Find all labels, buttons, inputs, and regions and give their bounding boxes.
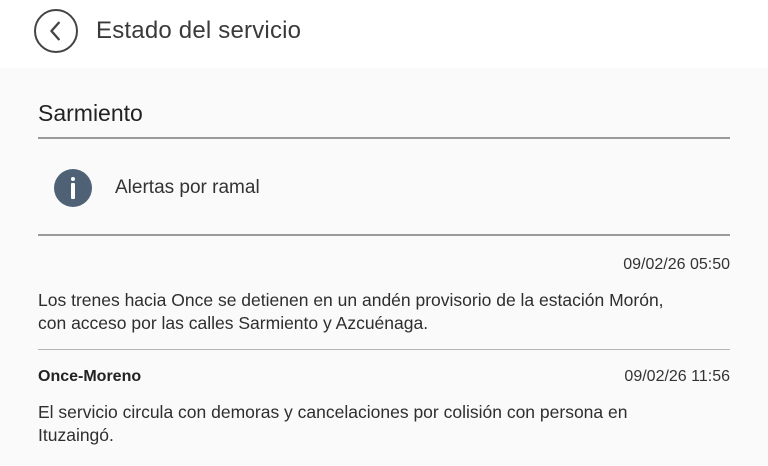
alert-text: Los trenes hacia Once se detienen en un … — [38, 290, 664, 333]
divider — [38, 234, 730, 236]
alert-date: 09/02/26 11:56 — [624, 368, 730, 385]
divider — [38, 349, 730, 350]
alert-item: 09/02/26 05:50 Los trenes hacia Once se … — [38, 256, 730, 335]
back-button[interactable] — [34, 9, 78, 53]
app-bar: Estado del servicio — [0, 0, 768, 68]
alerts-by-branch-link[interactable]: Alertas por ramal — [54, 169, 260, 207]
alert-date: 09/02/26 05:50 — [623, 256, 730, 273]
alert-item: Once-Moreno 09/02/26 11:56 El servicio c… — [38, 368, 730, 447]
alerts-by-branch-label: Alertas por ramal — [115, 177, 260, 198]
alert-branch: Once-Moreno — [38, 368, 142, 385]
info-icon — [54, 169, 92, 207]
chevron-left-icon — [50, 21, 60, 41]
line-title: Sarmiento — [38, 100, 143, 126]
page-title: Estado del servicio — [96, 17, 302, 44]
alert-text: El servicio circula con demoras y cancel… — [38, 402, 628, 445]
service-status-content: Sarmiento Alertas por ramal 09/02/26 05:… — [0, 68, 768, 466]
divider — [38, 137, 730, 139]
